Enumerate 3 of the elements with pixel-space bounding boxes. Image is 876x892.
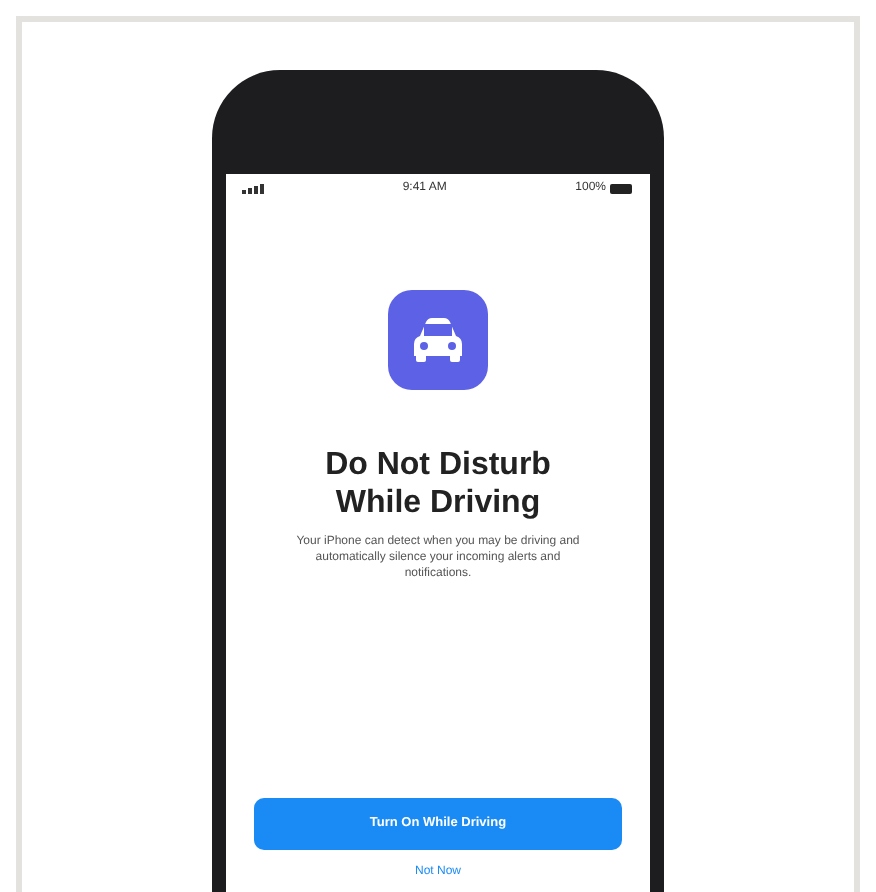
battery-icon <box>610 184 634 194</box>
car-app-icon <box>388 290 488 390</box>
screen-title: Do Not Disturb While Driving <box>323 446 553 522</box>
